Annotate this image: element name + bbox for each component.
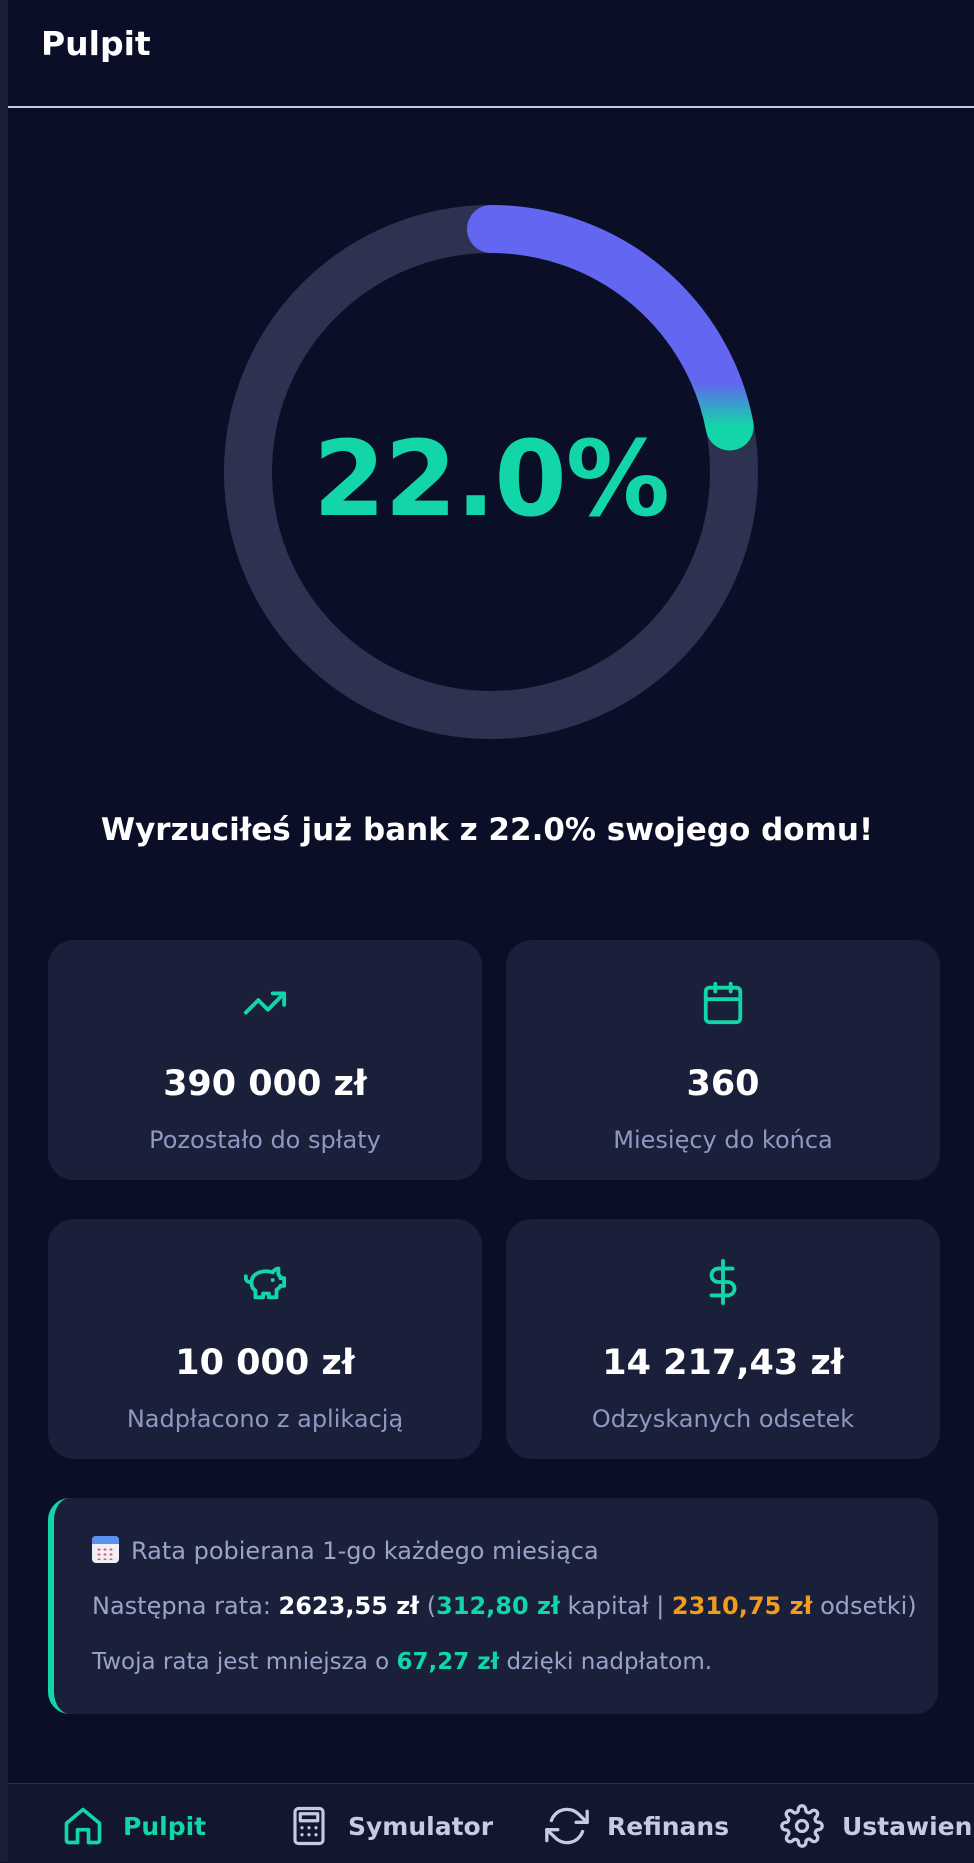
card-interest-recovered: 14 217,43 zł Odzyskanych odsetek (506, 1219, 940, 1459)
overpaid-label: Nadpłacono z aplikacją (126, 1405, 404, 1433)
nav-item-symulator[interactable]: Symulator (288, 1802, 493, 1850)
payment-day-text: Rata pobierana 1-go każdego miesiąca (131, 1537, 599, 1565)
progress-headline: Wyrzuciłeś już bank z 22.0% swojego domu… (100, 812, 874, 848)
app-header: Pulpit (8, 0, 974, 108)
nav-label-pulpit: Pulpit (123, 1811, 207, 1841)
payment-info-box: Rata pobierana 1-go każdego miesiąca Nas… (48, 1498, 938, 1714)
card-months: 360 Miesięcy do końca (506, 940, 940, 1180)
left-edge (0, 0, 8, 1862)
savings-suffix: dzięki nadpłatom. (499, 1649, 713, 1675)
capital-amount: 312,80 zł (436, 1592, 560, 1620)
calendar-icon (703, 981, 743, 1025)
page-title: Pulpit (41, 24, 151, 63)
nav-label-ustawienia: Ustawienia (842, 1811, 974, 1841)
interest-label: odsetki) (812, 1592, 917, 1620)
dollar-icon (709, 1259, 737, 1305)
calculator-icon (293, 1806, 325, 1846)
nav-item-refinans[interactable]: Refinans (545, 1802, 729, 1850)
next-payment-prefix: Następna rata: (92, 1592, 279, 1620)
interest-recovered-label: Odzyskanych odsetek (591, 1405, 855, 1433)
trending-up-icon (243, 991, 287, 1015)
remaining-value: 390 000 zł (163, 1064, 367, 1104)
payment-day-line: Rata pobierana 1-go każdego miesiąca (92, 1536, 599, 1565)
nav-label-refinans: Refinans (607, 1811, 730, 1841)
next-payment-amount: 2623,55 zł (278, 1592, 420, 1620)
interest-recovered-value: 14 217,43 zł (602, 1343, 844, 1383)
remaining-label: Pozostało do spłaty (149, 1126, 381, 1154)
piggy-bank-icon (243, 1266, 287, 1300)
card-remaining: 390 000 zł Pozostało do spłaty (48, 940, 482, 1180)
interest-amount: 2310,75 zł (671, 1592, 813, 1620)
progress-percent: 22.0% (313, 418, 670, 540)
progress-ring: 22.0% (224, 205, 758, 739)
nav-item-ustawienia[interactable]: Ustawienia (780, 1802, 974, 1850)
gear-icon (780, 1804, 824, 1848)
nav-item-pulpit[interactable]: Pulpit (61, 1802, 206, 1850)
open-paren: ( (419, 1592, 437, 1620)
home-icon (64, 1807, 102, 1845)
months-label: Miesięcy do końca (613, 1126, 833, 1154)
next-payment-line: Następna rata: 2623,55 zł (312,80 zł kap… (92, 1592, 917, 1620)
savings-line: Twoja rata jest mniejsza o 67,27 zł dzię… (92, 1649, 712, 1675)
nav-label-symulator: Symulator (348, 1811, 494, 1841)
months-value: 360 (686, 1064, 760, 1104)
refresh-icon (545, 1807, 589, 1845)
calendar-emoji-icon (92, 1536, 119, 1563)
savings-amount: 67,27 zł (396, 1649, 500, 1675)
savings-prefix: Twoja rata jest mniejsza o (92, 1649, 397, 1675)
capital-label: kapitał | (559, 1592, 672, 1620)
overpaid-value: 10 000 zł (175, 1343, 355, 1383)
bottom-nav: Pulpit Symulator Refinans Ustawienia (8, 1783, 974, 1863)
card-overpaid: 10 000 zł Nadpłacono z aplikacją (48, 1219, 482, 1459)
